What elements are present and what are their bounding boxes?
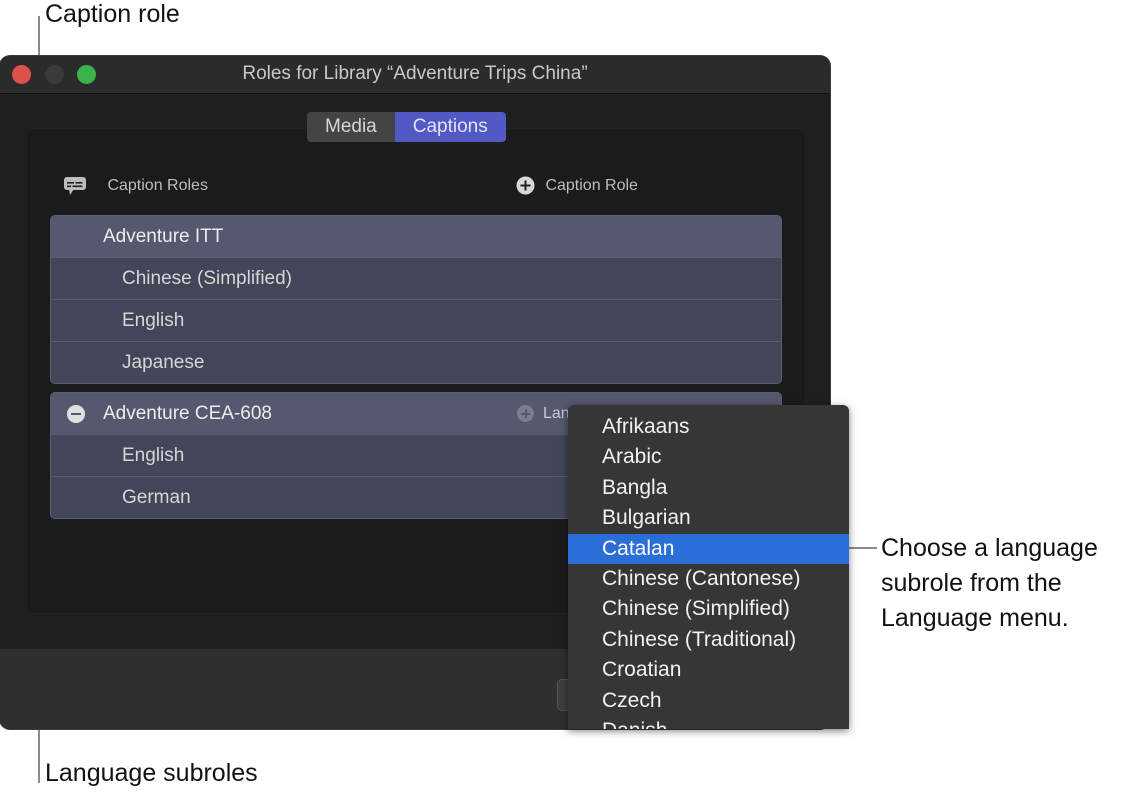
add-caption-role-label: Caption Role <box>545 177 638 194</box>
add-language-icon[interactable] <box>517 405 534 422</box>
add-caption-role-button[interactable]: Caption Role <box>516 176 638 196</box>
tab-captions[interactable]: Captions <box>394 112 506 142</box>
caption-bubble-icon <box>63 177 91 195</box>
caption-role-row[interactable]: Adventure ITT <box>51 216 781 257</box>
menu-item-chinese-simplified[interactable]: Chinese (Simplified) <box>568 594 849 624</box>
callout-choose-language: Choose a language subrole from the Langu… <box>881 531 1098 636</box>
add-language-label[interactable]: Lan <box>543 393 570 434</box>
language-subrole-row[interactable]: English <box>51 299 781 341</box>
language-subrole-row[interactable]: Japanese <box>51 341 781 383</box>
title-bar[interactable]: Roles for Library “Adventure Trips China… <box>0 56 830 94</box>
callout-language-subroles: Language subroles <box>45 759 258 787</box>
callout-caption-role: Caption role <box>45 0 180 28</box>
leader-line-choose-language <box>849 547 877 549</box>
caption-roles-label: Caption Roles <box>107 177 208 195</box>
menu-item-arabic[interactable]: Arabic <box>568 442 849 472</box>
menu-item-croatian[interactable]: Croatian <box>568 655 849 685</box>
tab-media[interactable]: Media <box>307 112 395 142</box>
menu-item-bangla[interactable]: Bangla <box>568 473 849 503</box>
caption-role-name[interactable]: Adventure CEA-608 <box>103 393 272 434</box>
language-menu[interactable]: Afrikaans Arabic Bangla Bulgarian Catala… <box>568 405 849 729</box>
caption-role-group-itt: Adventure ITT Chinese (Simplified) Engli… <box>50 215 782 384</box>
window-title: Roles for Library “Adventure Trips China… <box>242 63 588 84</box>
callout-line-1: Choose a language <box>881 534 1098 562</box>
menu-item-czech[interactable]: Czech <box>568 686 849 716</box>
menu-item-chinese-traditional[interactable]: Chinese (Traditional) <box>568 625 849 655</box>
caption-role-name[interactable]: Adventure ITT <box>103 216 223 257</box>
role-type-tabs: Media Captions <box>307 112 506 142</box>
caption-roles-header: Caption Roles <box>63 176 208 196</box>
callout-line-3: Language menu. <box>881 604 1069 632</box>
callout-line-2: subrole from the <box>881 569 1062 597</box>
language-subrole-row[interactable]: Chinese (Simplified) <box>51 257 781 299</box>
menu-item-catalan[interactable]: Catalan <box>568 533 849 564</box>
menu-item-danish[interactable]: Danish <box>568 716 849 729</box>
menu-item-chinese-cantonese[interactable]: Chinese (Cantonese) <box>568 564 849 594</box>
menu-item-afrikaans[interactable]: Afrikaans <box>568 412 849 442</box>
plus-circle-icon <box>516 176 539 195</box>
remove-role-icon[interactable] <box>67 405 85 423</box>
menu-item-bulgarian[interactable]: Bulgarian <box>568 503 849 533</box>
